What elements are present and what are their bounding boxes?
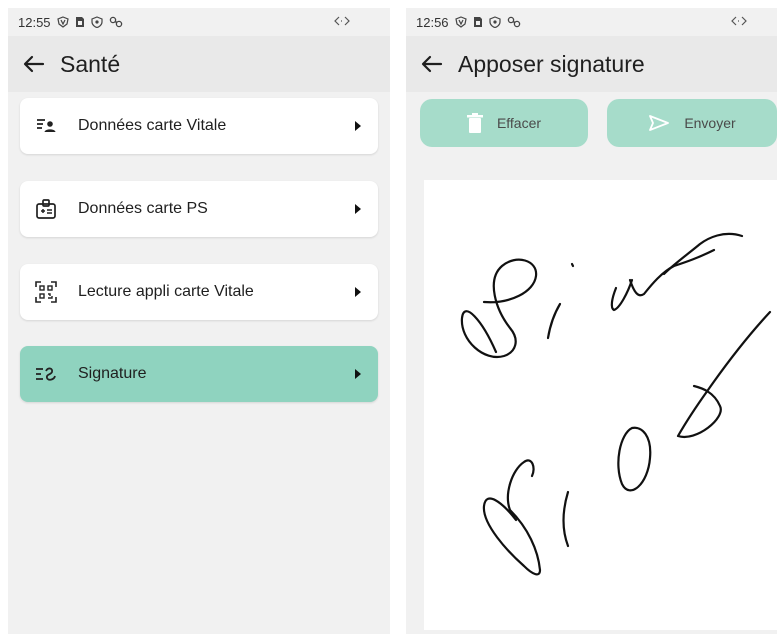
status-time: 12:55	[18, 14, 51, 30]
clear-button[interactable]: Effacer	[420, 99, 588, 147]
menu-item-lecture-appli-carte-vitale[interactable]: Lecture appli carte Vitale	[20, 264, 378, 320]
send-icon	[649, 115, 670, 131]
badge-icon	[34, 197, 58, 221]
apposer-signature-screen: 12:56 Apposer signature Effacer Envoyer	[406, 8, 777, 634]
shield-v-icon	[454, 16, 467, 28]
status-icons	[56, 16, 123, 28]
back-button[interactable]	[8, 36, 60, 92]
menu-item-label: Données carte Vitale	[78, 117, 227, 134]
caret-right-icon	[346, 287, 370, 297]
status-time: 12:56	[416, 14, 449, 30]
menu-item-label: Signature	[78, 365, 147, 382]
menu-item-donnees-carte-ps[interactable]: Données carte PS	[20, 181, 378, 237]
back-button[interactable]	[406, 36, 458, 92]
status-icons	[454, 16, 521, 28]
id-list-icon	[34, 114, 58, 138]
menu-item-label: Données carte PS	[78, 200, 208, 217]
shield-v-icon	[56, 16, 69, 28]
shield-icon	[90, 16, 103, 28]
caret-right-icon	[346, 369, 370, 379]
clear-button-label: Effacer	[496, 115, 542, 131]
menu-item-donnees-carte-vitale[interactable]: Données carte Vitale	[20, 98, 378, 154]
send-button-label: Envoyer	[684, 115, 736, 131]
sim-card-icon	[473, 17, 482, 27]
signature-drawing	[460, 232, 772, 576]
link-icon	[109, 16, 122, 28]
menu-item-signature[interactable]: Signature	[20, 346, 378, 402]
shield-icon	[488, 16, 501, 28]
link-icon	[507, 16, 520, 28]
code-arrows-icon	[334, 16, 350, 26]
arrow-left-icon	[23, 55, 45, 73]
arrow-left-icon	[421, 55, 443, 73]
menu-item-label: Lecture appli carte Vitale	[78, 283, 254, 300]
app-bar: Santé	[8, 36, 390, 92]
signature-pad[interactable]	[424, 180, 777, 630]
caret-right-icon	[346, 121, 370, 131]
code-arrows-icon	[731, 16, 747, 26]
send-button[interactable]: Envoyer	[607, 99, 777, 147]
trash-icon	[466, 113, 483, 133]
page-title: Apposer signature	[458, 50, 645, 77]
status-bar: 12:56	[406, 8, 777, 36]
sim-card-icon	[75, 17, 84, 27]
page-title: Santé	[60, 50, 121, 77]
app-bar: Apposer signature	[406, 36, 777, 92]
status-bar: 12:55	[8, 8, 390, 36]
caret-right-icon	[346, 204, 370, 214]
qr-scan-icon	[34, 280, 58, 304]
signature-actions: Effacer Envoyer	[420, 99, 777, 147]
sante-screen: 12:55 Santé Données carte Vitale Données	[8, 8, 390, 634]
signature-icon	[34, 362, 58, 386]
